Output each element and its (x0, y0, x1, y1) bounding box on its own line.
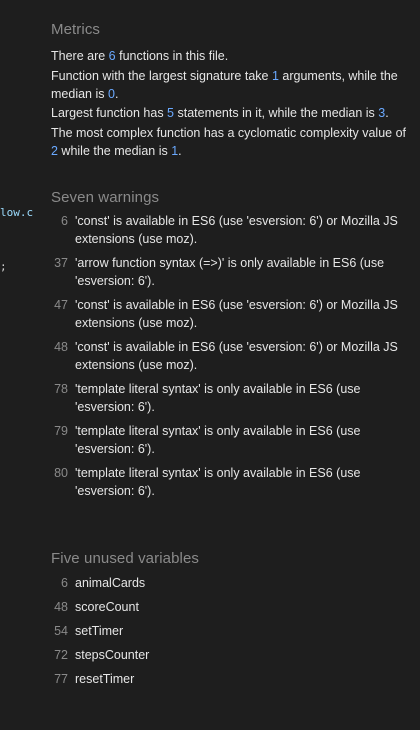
warning-message: 'template literal syntax' is only availa… (75, 382, 361, 414)
unused-line-number: 48 (54, 600, 68, 614)
code-fragment: ; (0, 260, 7, 273)
metric-signature: Function with the largest signature take… (51, 68, 398, 101)
warnings-title: Seven warnings (51, 189, 160, 206)
unused-variables-list: 6 animalCards 48 scoreCount 54 setTimer 72 s… (51, 574, 149, 694)
warning-line-number: 78 (54, 382, 68, 396)
unused-line-number: 77 (54, 672, 68, 686)
unused-variable-row[interactable]: 54 setTimer (51, 622, 149, 640)
unused-line-number: 72 (54, 648, 68, 662)
metrics-list: There are 6 functions in this file. Func… (51, 47, 411, 161)
unused-variable-row[interactable]: 6 animalCards (51, 574, 149, 592)
metrics-title: Metrics (51, 21, 101, 38)
warning-message: 'const' is available in ES6 (use 'esvers… (75, 298, 398, 330)
metric-complexity: The most complex function has a cyclomat… (51, 125, 407, 158)
warning-line-number: 37 (54, 256, 68, 270)
unused-variable-row[interactable]: 48 scoreCount (51, 598, 149, 616)
unused-variable-name: setTimer (75, 624, 124, 638)
unused-line-number: 6 (61, 576, 68, 590)
warning-message: 'const' is available in ES6 (use 'esvers… (75, 340, 398, 372)
warning-line-number: 80 (54, 466, 68, 480)
code-fragment: low.c (0, 206, 34, 219)
warning-row[interactable]: 78 'template literal syntax' is only avai… (51, 380, 413, 416)
warning-row[interactable]: 47 'const' is available in ES6 (use 'esve… (51, 296, 413, 332)
warning-line-number: 48 (54, 340, 68, 354)
warning-row[interactable]: 48 'const' is available in ES6 (use 'esve… (51, 338, 413, 374)
unused-variables-title: Five unused variables (51, 550, 200, 567)
warning-row[interactable]: 6 'const' is available in ES6 (use 'esver… (51, 212, 413, 248)
unused-variable-name: resetTimer (75, 672, 135, 686)
unused-variable-row[interactable]: 72 stepsCounter (51, 646, 149, 664)
warning-line-number: 79 (54, 424, 68, 438)
unused-line-number: 54 (54, 624, 68, 638)
warning-row[interactable]: 37 'arrow function syntax (=>)' is only a… (51, 254, 413, 290)
warning-line-number: 6 (61, 214, 68, 228)
code-editor-edge: low.c ; (0, 0, 34, 730)
warning-message: 'arrow function syntax (=>)' is only ava… (75, 256, 385, 288)
metric-statements: Largest function has 5 statements in it,… (51, 106, 389, 120)
warning-row[interactable]: 79 'template literal syntax' is only avai… (51, 422, 413, 458)
metric-functions: There are 6 functions in this file. (51, 49, 229, 63)
unused-variable-name: scoreCount (75, 600, 139, 614)
warning-message: 'const' is available in ES6 (use 'esvers… (75, 214, 398, 246)
warning-row[interactable]: 80 'template literal syntax' is only avai… (51, 464, 413, 500)
warnings-list: 6 'const' is available in ES6 (use 'esver… (51, 212, 413, 506)
warning-message: 'template literal syntax' is only availa… (75, 424, 361, 456)
unused-variable-row[interactable]: 77 resetTimer (51, 670, 149, 688)
unused-variable-name: stepsCounter (75, 648, 150, 662)
warning-message: 'template literal syntax' is only availa… (75, 466, 361, 498)
warning-line-number: 47 (54, 298, 68, 312)
unused-variable-name: animalCards (75, 576, 146, 590)
